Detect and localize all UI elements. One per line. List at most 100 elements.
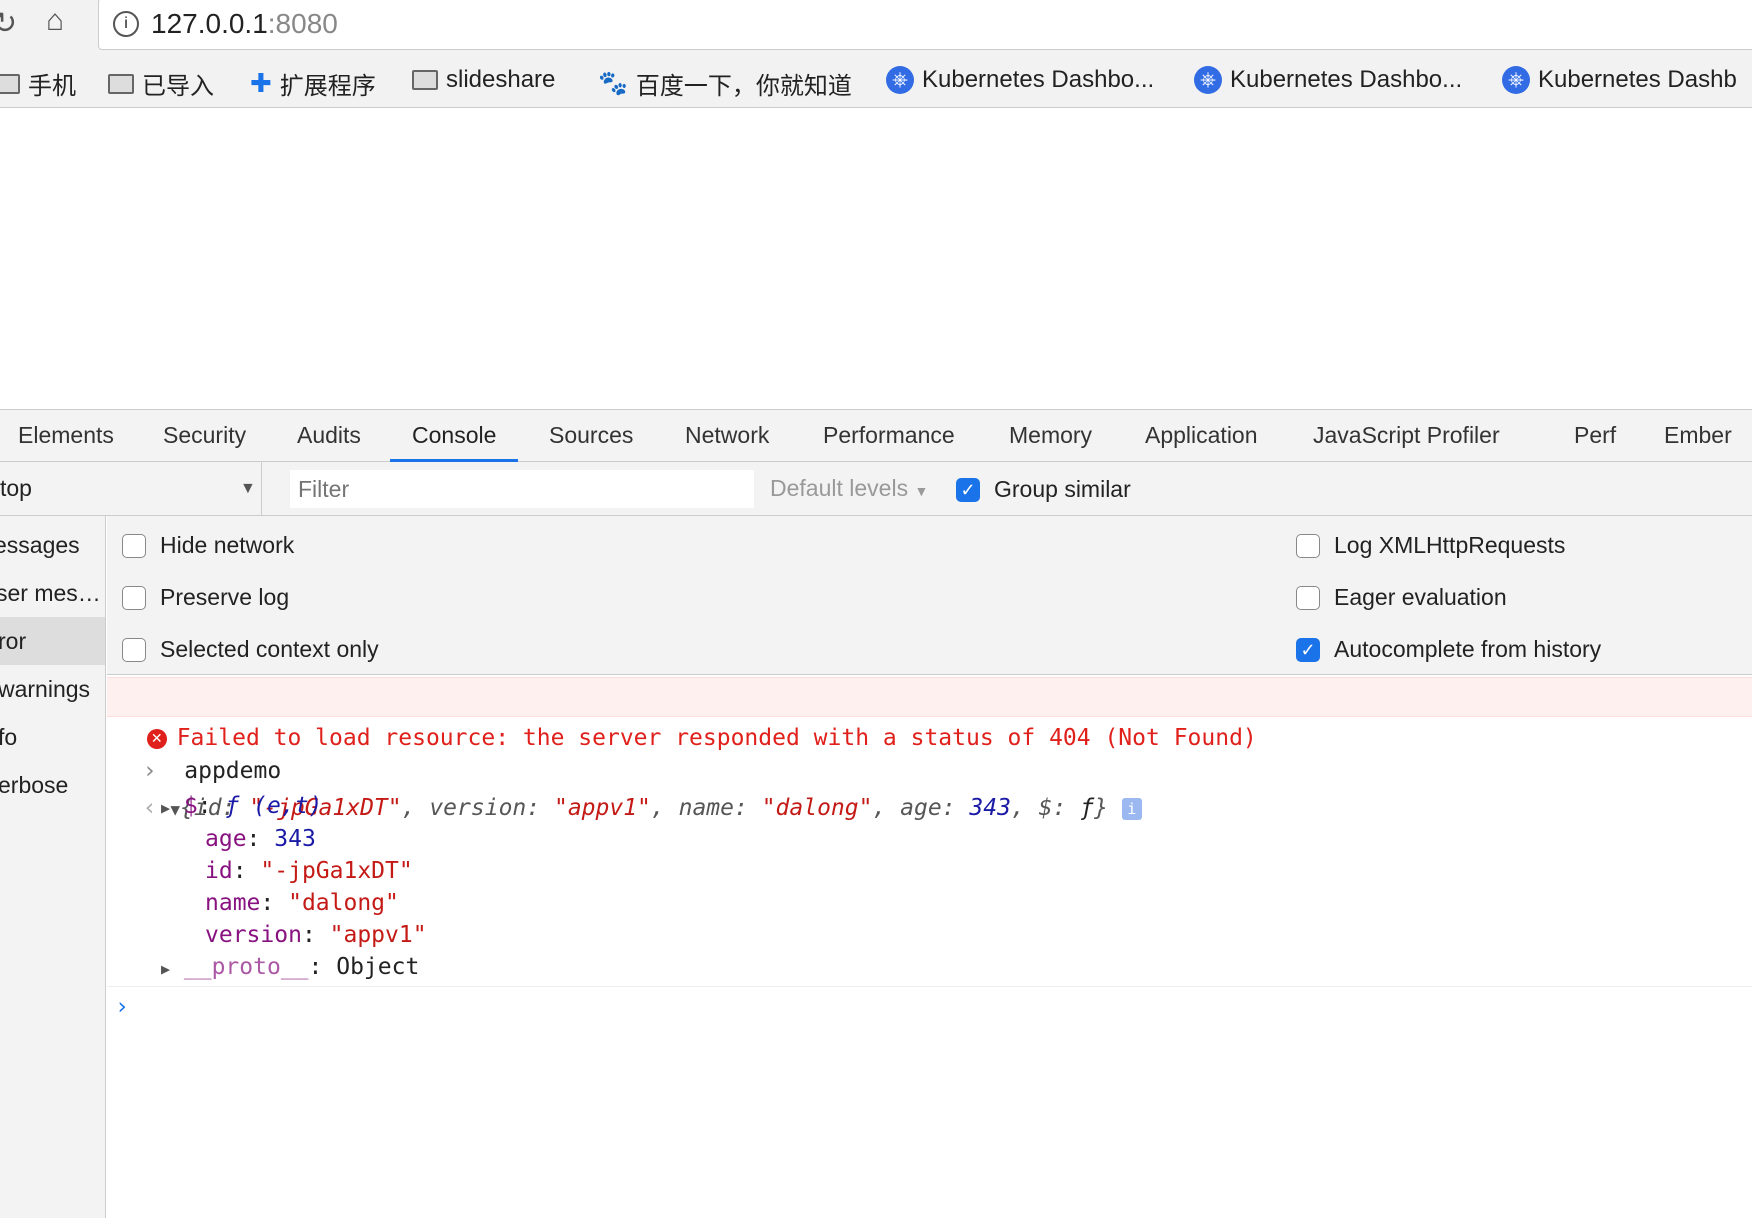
autocomplete-history-checkbox[interactable]: ✓ Autocomplete from history (1296, 636, 1601, 663)
bookmark-item[interactable]: ⎈ Kubernetes Dashbo... (886, 66, 1154, 94)
bookmark-label: Kubernetes Dashbo... (922, 66, 1155, 93)
prop-proto[interactable]: ▶ __proto__: Object (161, 951, 1752, 985)
bookmark-label: Kubernetes Dashb (1538, 66, 1737, 93)
prop-value: "-jpGa1xDT" (260, 858, 413, 884)
prop-age: age: 343 (205, 826, 316, 852)
tab-console[interactable]: Console (390, 410, 519, 462)
preserve-log-checkbox[interactable]: Preserve log (122, 584, 289, 611)
sidebar-item-messages[interactable]: essages (0, 521, 105, 569)
prop-value: "appv1" (329, 922, 427, 948)
filter-input[interactable] (290, 470, 754, 508)
reload-icon[interactable]: ↻ (0, 6, 17, 41)
checkbox-label: Preserve log (160, 584, 290, 610)
folder-icon (108, 73, 134, 94)
levels-dropdown[interactable]: Default levels ▼ (770, 462, 928, 518)
prop-value: ƒ (e,t) (225, 793, 323, 819)
checkbox-icon (122, 585, 146, 610)
checkbox-label: Hide network (160, 532, 295, 558)
error-message: ✕ Failed to load resource: the server res… (107, 677, 1752, 751)
puzzle-icon: ✚ (250, 68, 272, 98)
console-sidebar: essages ser mes… ror warnings fo erbose (0, 516, 106, 1218)
kubernetes-icon: ⎈ (886, 66, 914, 94)
prompt-chevron-icon: › (115, 994, 129, 1020)
baidu-paw-icon: 🐾 (598, 70, 628, 97)
hide-network-checkbox[interactable]: Hide network (122, 532, 294, 559)
address-bar[interactable]: i 127.0.0.1:8080 (98, 0, 1752, 50)
sidebar-item-user-messages[interactable]: ser mes… (0, 569, 105, 617)
result-arrow-icon: ‹ (142, 795, 157, 821)
console-output: ✕ Failed to load resource: the server res… (107, 675, 1752, 1218)
prop-fn[interactable]: ▶ $: ƒ (e,t) (161, 790, 1752, 824)
home-icon[interactable]: ⌂ (46, 4, 64, 38)
checkbox-label: Log XMLHttpRequests (1334, 532, 1566, 558)
tab-performance[interactable]: Performance (801, 410, 977, 462)
sidebar-item-info[interactable]: fo (0, 713, 105, 761)
eager-evaluation-checkbox[interactable]: Eager evaluation (1296, 584, 1507, 611)
bookmark-item[interactable]: ⎈ Kubernetes Dashb (1502, 66, 1737, 94)
prop-value: Object (336, 954, 420, 980)
bookmark-label: 手机 (28, 73, 76, 100)
tab-security[interactable]: Security (141, 410, 268, 462)
tab-application[interactable]: Application (1123, 410, 1280, 462)
bookmark-label: 已导入 (142, 73, 214, 100)
checkbox-label: Selected context only (160, 636, 379, 662)
info-icon[interactable]: i (113, 11, 139, 37)
checkbox-label: Autocomplete from history (1334, 636, 1602, 662)
checkbox-icon (122, 533, 146, 558)
checkbox-checked-icon: ✓ (1296, 637, 1320, 662)
checkbox-icon (122, 637, 146, 662)
bookmark-item[interactable]: 已导入 (108, 66, 214, 101)
tab-javascript-profiler[interactable]: JavaScript Profiler (1291, 410, 1522, 462)
chevron-down-icon: ▼ (240, 480, 256, 497)
context-select[interactable]: top ▼ (0, 462, 262, 515)
kubernetes-icon: ⎈ (1502, 66, 1530, 94)
tab-memory[interactable]: Memory (987, 410, 1114, 462)
levels-label: Default levels (770, 475, 909, 501)
tab-elements[interactable]: Elements (0, 410, 136, 462)
prop-version: version: "appv1" (205, 922, 427, 948)
checkbox-icon (1296, 585, 1320, 610)
chevron-down-icon: ▼ (914, 483, 929, 499)
prop-key: __proto__ (183, 954, 309, 980)
prop-value: 343 (274, 826, 316, 852)
group-similar-checkbox[interactable]: ✓ Group similar (956, 476, 1131, 503)
console-settings: Hide network Preserve log Selected conte… (107, 516, 1752, 675)
bookmark-item[interactable]: 手机 (0, 66, 76, 101)
bookmark-item[interactable]: ⎈ Kubernetes Dashbo... (1194, 66, 1462, 94)
console-toolbar: top ▼ Default levels ▼ ✓ Group similar (0, 462, 1752, 516)
url-host: 127.0.0.1 (151, 8, 268, 39)
checkbox-icon (1296, 533, 1320, 558)
sidebar-item-verbose[interactable]: erbose (0, 761, 105, 809)
log-xhr-checkbox[interactable]: Log XMLHttpRequests (1296, 532, 1565, 559)
kubernetes-icon: ⎈ (1194, 66, 1222, 94)
sidebar-item-errors[interactable]: ror (0, 617, 105, 665)
tab-sources[interactable]: Sources (527, 410, 655, 462)
folder-icon (0, 73, 20, 94)
bookmark-item[interactable]: slideshare (412, 66, 555, 94)
prop-value: "dalong" (288, 890, 399, 916)
tab-network[interactable]: Network (663, 410, 791, 462)
browser-toolbar: ↻ ⌂ i 127.0.0.1:8080 (0, 0, 1752, 56)
bookmark-item[interactable]: ✚ 扩展程序 (250, 66, 376, 101)
folder-icon (412, 70, 438, 90)
expand-triangle-icon: ▶ (161, 960, 171, 978)
prop-key: $ (183, 793, 198, 819)
checkbox-label: Eager evaluation (1334, 584, 1507, 610)
bookmarks-bar: 手机 已导入 ✚ 扩展程序 slideshare 🐾 百度一下，你就知道 ⎈ Kube… (0, 56, 1752, 108)
prop-id: id: "-jpGa1xDT" (205, 858, 413, 884)
bookmark-label: 扩展程序 (279, 73, 376, 100)
prop-name: name: "dalong" (205, 890, 399, 916)
expand-triangle-icon: ▶ (161, 799, 171, 817)
bookmark-item[interactable]: 🐾 百度一下，你就知道 (598, 66, 852, 101)
bookmark-label: 百度一下，你就知道 (635, 73, 852, 100)
sidebar-item-warnings[interactable]: warnings (0, 665, 105, 713)
checkbox-checked-icon: ✓ (956, 477, 980, 502)
selected-context-checkbox[interactable]: Selected context only (122, 636, 379, 663)
tab-audits[interactable]: Audits (275, 410, 383, 462)
tab-perf[interactable]: Perf (1552, 410, 1638, 462)
bookmark-label: Kubernetes Dashbo... (1230, 66, 1463, 93)
url-port: :8080 (267, 8, 338, 39)
group-similar-label: Group similar (994, 476, 1131, 502)
console-prompt[interactable]: › (107, 987, 1752, 1217)
tab-ember[interactable]: Ember (1642, 410, 1752, 462)
